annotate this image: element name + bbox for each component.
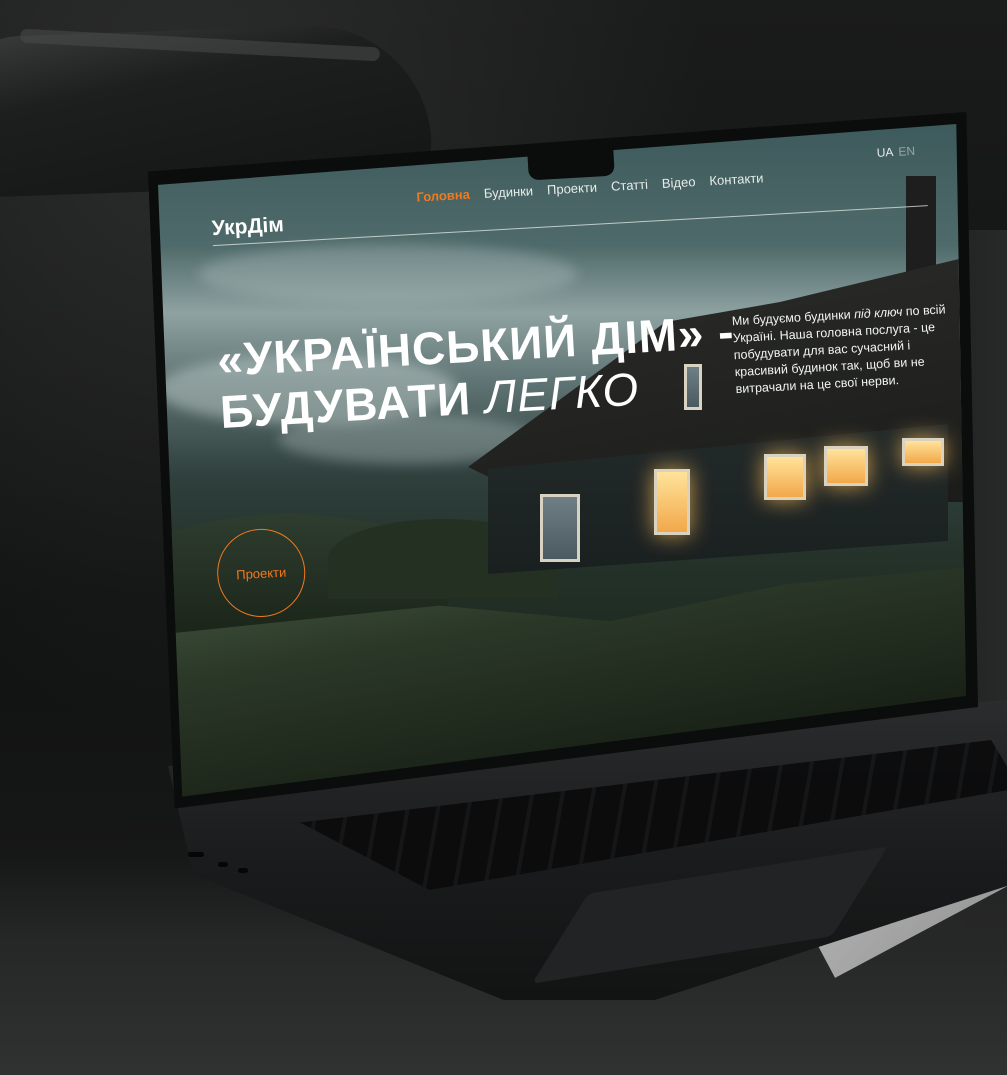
port bbox=[218, 862, 228, 867]
nav-item-articles[interactable]: Статті bbox=[611, 177, 649, 194]
hero-description-emphasis: під ключ bbox=[853, 304, 903, 321]
hero-title-line1: «УКРАЇНСЬКИЙ ДІМ» - bbox=[215, 305, 736, 386]
nav-item-houses[interactable]: Будинки bbox=[483, 183, 533, 201]
lang-en[interactable]: EN bbox=[898, 144, 915, 159]
hero-title-emphasis: ЛЕГКО bbox=[483, 362, 641, 423]
nav-item-video[interactable]: Відео bbox=[661, 174, 695, 191]
nav-item-contacts[interactable]: Контакти bbox=[709, 170, 764, 188]
lang-ua[interactable]: UA bbox=[876, 145, 893, 160]
header-divider bbox=[212, 205, 928, 247]
nav-item-projects[interactable]: Проекти bbox=[547, 180, 598, 198]
hero-description: Ми будуємо будинки під ключ по всій Укра… bbox=[731, 301, 949, 398]
port bbox=[238, 868, 248, 873]
projects-button[interactable]: Проекти bbox=[214, 526, 308, 620]
nav-item-home[interactable]: Головна bbox=[416, 187, 470, 205]
hero-title: «УКРАЇНСЬКИЙ ДІМ» - БУДУВАТИ ЛЕГКО bbox=[216, 303, 781, 438]
website: УкрДім Головна Будинки Проекти Статті Ві… bbox=[158, 79, 1002, 799]
port bbox=[188, 852, 204, 857]
site-logo[interactable]: УкрДім bbox=[211, 213, 284, 241]
language-switcher: UA EN bbox=[876, 144, 915, 160]
main-nav: Головна Будинки Проекти Статті Відео Кон… bbox=[416, 170, 764, 204]
